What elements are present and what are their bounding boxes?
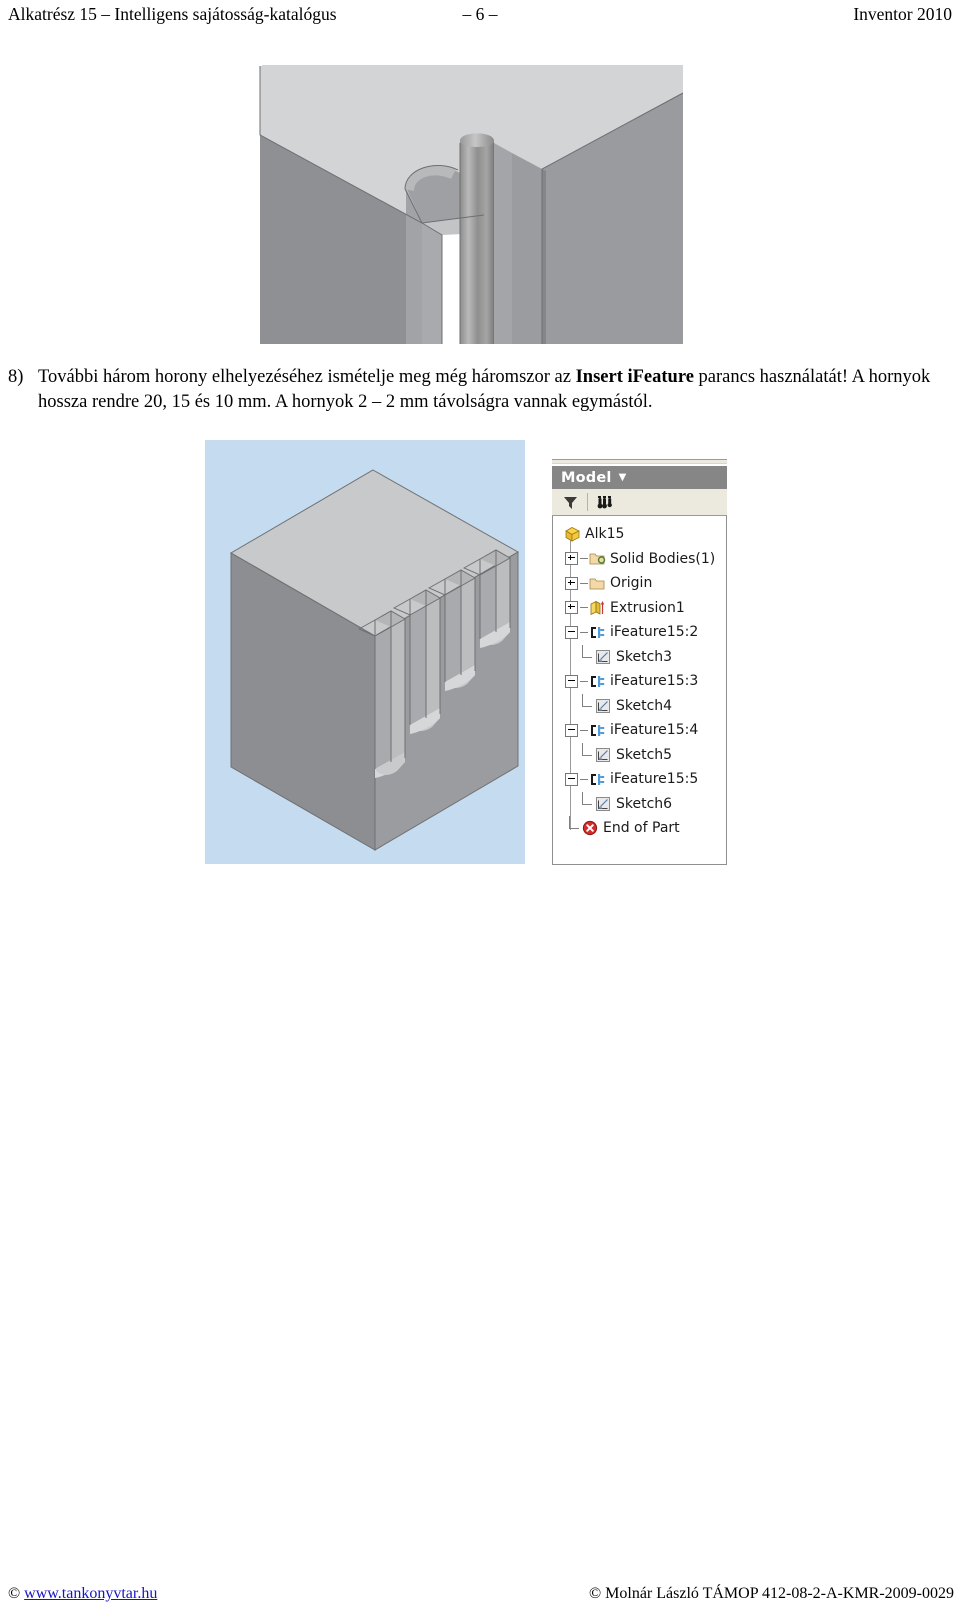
tree-node-label: Origin (610, 575, 653, 592)
figure-groove-closeup (246, 57, 683, 344)
tree-node-label: End of Part (603, 820, 680, 837)
page-footer: © www.tankonyvtar.hu © Molnár László TÁM… (0, 1585, 960, 1609)
expander-plus-icon[interactable] (565, 601, 578, 615)
browser-toolbar (552, 489, 727, 516)
expander-minus-icon[interactable] (565, 674, 578, 688)
tree-node-sketch4[interactable]: Sketch4 (553, 693, 726, 719)
tree-node-label: Sketch5 (616, 746, 673, 763)
instruction-line1-part2: parancs használatát! (693, 367, 849, 387)
solid-bodies-folder-icon (588, 550, 606, 568)
filter-icon[interactable] (558, 491, 582, 513)
tree-node-alk15[interactable]: Alk15 (553, 522, 726, 547)
model-browser-panel[interactable]: Model ▼ Alk15 Solid Bodies(1) Origin Ext… (552, 459, 727, 865)
tree-connector (580, 680, 588, 682)
tree-node-label: iFeature15:3 (610, 673, 699, 690)
ifeature-icon (588, 721, 606, 739)
tree-node-sketch5[interactable]: Sketch5 (553, 742, 726, 768)
tree-node-origin[interactable]: Origin (553, 571, 726, 596)
tree-node-label: Alk15 (585, 526, 625, 543)
tree-connector (578, 693, 594, 718)
header-title-right: Inventor 2010 (853, 4, 952, 25)
footer-right: © Molnár László TÁMOP 412-08-2-A-KMR-200… (588, 1585, 954, 1602)
tree-connector (578, 644, 594, 669)
expander-minus-icon[interactable] (565, 625, 578, 639)
chevron-down-icon[interactable]: ▼ (619, 472, 627, 483)
tree-connector (580, 607, 588, 609)
tree-node-label: Sketch3 (616, 648, 673, 665)
expander-minus-icon[interactable] (565, 723, 578, 737)
origin-folder-icon (588, 574, 606, 592)
tree-connector (580, 582, 588, 584)
tree-node-ifeature15-2[interactable]: iFeature15:2 (553, 620, 726, 645)
model-tree[interactable]: Alk15 Solid Bodies(1) Origin Extrusion1 … (552, 516, 727, 865)
sketch-icon (594, 697, 612, 715)
page-number: – 6 – (462, 4, 498, 25)
sketch-icon (594, 795, 612, 813)
sketch-icon (594, 746, 612, 764)
page-header: Alkatrész 15 – Intelligens sajátosság-ka… (0, 0, 960, 30)
expander-minus-icon[interactable] (565, 772, 578, 786)
instruction-line1-part1: További három horony elhelyezéséhez ismé… (38, 367, 576, 387)
extrusion-icon (588, 599, 606, 617)
ifeature-icon (588, 672, 606, 690)
browser-title-grip (552, 459, 727, 464)
tree-connector (580, 631, 588, 633)
toolbar-separator (587, 493, 588, 511)
tree-connector (565, 816, 581, 840)
instruction-paragraph: 8) További három horony elhelyezéséhez i… (8, 365, 952, 415)
groove-corner-closeup-render (246, 57, 683, 344)
copyright-symbol: © (8, 1585, 21, 1602)
tree-node-label: iFeature15:4 (610, 722, 699, 739)
list-marker: 8) (8, 367, 24, 387)
tree-node-label: Solid Bodies(1) (610, 550, 716, 567)
tree-node-label: Sketch4 (616, 697, 673, 714)
tree-node-solid-bodies[interactable]: Solid Bodies(1) (553, 547, 726, 572)
tankonyvtar-link[interactable]: www.tankonyvtar.hu (24, 1585, 157, 1602)
ifeature-icon (588, 770, 606, 788)
footer-left: © www.tankonyvtar.hu (8, 1585, 157, 1603)
sketch-icon (594, 648, 612, 666)
part-cube-icon (563, 525, 581, 543)
part-render-viewport (205, 440, 525, 864)
tree-node-label: Extrusion1 (610, 599, 685, 616)
tree-node-label: iFeature15:2 (610, 624, 699, 641)
instruction-body: További három horony elhelyezéséhez ismé… (38, 365, 952, 415)
find-icon[interactable] (593, 491, 617, 513)
expander-plus-icon[interactable] (565, 576, 578, 590)
browser-title-label: Model (561, 469, 612, 486)
tree-node-label: Sketch6 (616, 795, 673, 812)
tree-connector (580, 558, 588, 560)
slotted-block-isometric-render (205, 440, 525, 864)
tree-node-ifeature15-3[interactable]: iFeature15:3 (553, 669, 726, 694)
tree-node-extrusion1[interactable]: Extrusion1 (553, 596, 726, 621)
tree-node-ifeature15-5[interactable]: iFeature15:5 (553, 767, 726, 792)
instruction-command-name: Insert iFeature (575, 367, 694, 387)
tree-node-sketch6[interactable]: Sketch6 (553, 791, 726, 817)
tree-node-end-of-part[interactable]: End of Part (553, 816, 726, 841)
tree-connector (578, 742, 594, 767)
tree-node-ifeature15-4[interactable]: iFeature15:4 (553, 718, 726, 743)
tree-node-label: iFeature15:5 (610, 771, 699, 788)
browser-title-bar[interactable]: Model ▼ (552, 466, 727, 489)
end-of-part-icon (581, 819, 599, 837)
expander-plus-icon[interactable] (565, 552, 578, 566)
tree-connector (580, 778, 588, 780)
tree-node-sketch3[interactable]: Sketch3 (553, 644, 726, 670)
figure-part-and-browser: Model ▼ Alk15 Solid Bodies(1) Origin Ext… (205, 440, 727, 865)
tree-connector (580, 729, 588, 731)
ifeature-icon (588, 623, 606, 641)
tree-connector (578, 791, 594, 816)
